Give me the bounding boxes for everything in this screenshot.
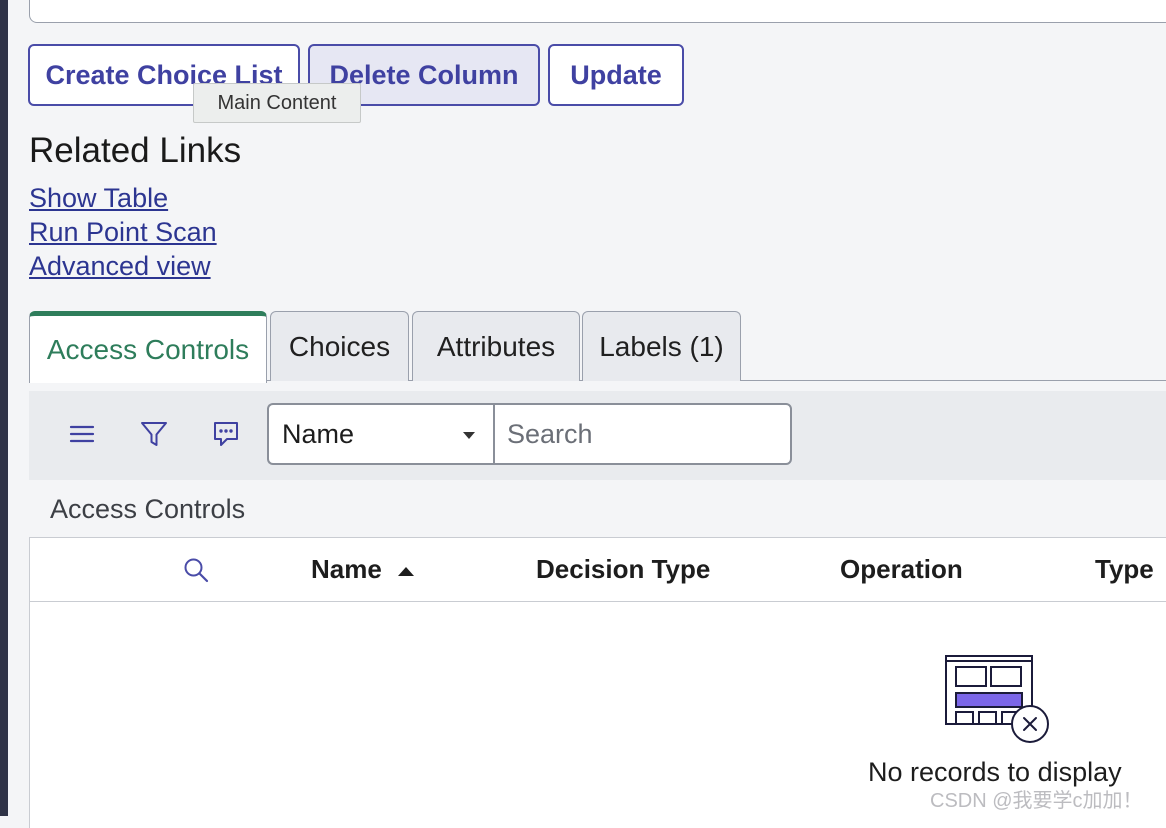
search-input[interactable] [493,403,792,465]
comment-icon[interactable] [211,419,241,449]
menu-icon[interactable] [67,419,97,449]
field-select-value: Name [282,418,355,449]
filter-icon[interactable] [139,419,169,449]
related-links-title: Related Links [29,131,242,170]
tab-choices[interactable]: Choices [270,311,409,381]
watermark: CSDN @我要学c加加！ [930,790,1143,812]
update-button[interactable]: Update [548,44,684,106]
sort-ascending-icon [398,567,415,577]
tab-labels[interactable]: Labels (1) [582,311,741,381]
advanced-view-link[interactable]: Advanced view [29,251,211,282]
left-window-edge [0,0,8,816]
empty-state-illustration-icon [943,653,1053,753]
table-header-row: Name Decision Type Operation Type [30,538,1166,602]
tab-attributes[interactable]: Attributes [412,311,580,381]
column-name-label: Name [311,554,382,584]
chevron-down-icon [463,432,475,439]
column-header-name[interactable]: Name [311,554,415,585]
column-header-type[interactable]: Type [1095,554,1154,585]
tab-access-controls[interactable]: Access Controls [29,311,267,383]
tooltip: Main Content [193,83,361,123]
list-title: Access Controls [50,494,246,524]
field-select[interactable]: Name [267,403,493,465]
top-panel [29,0,1166,23]
run-point-scan-link[interactable]: Run Point Scan [29,217,217,248]
column-header-operation[interactable]: Operation [840,554,963,585]
list-caption: Access Controls [29,480,1166,537]
show-table-link[interactable]: Show Table [29,183,168,214]
column-header-decision-type[interactable]: Decision Type [536,554,710,585]
column-search-icon[interactable] [182,556,210,589]
